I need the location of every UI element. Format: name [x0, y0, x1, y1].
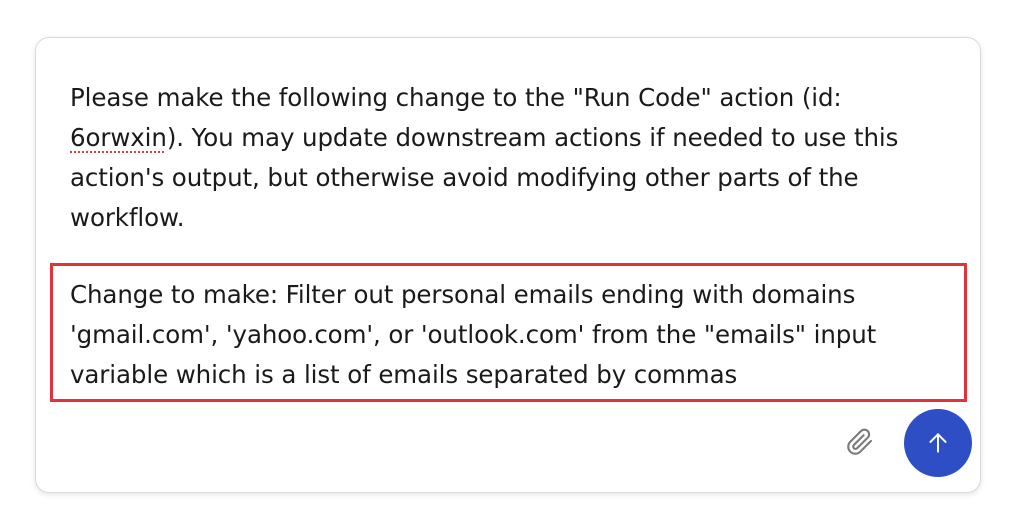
- message-composer[interactable]: Please make the following change to the …: [35, 37, 981, 493]
- message-text[interactable]: Please make the following change to the …: [70, 78, 940, 238]
- send-button[interactable]: [904, 409, 972, 477]
- change-request-text[interactable]: Change to make: Filter out personal emai…: [70, 275, 940, 395]
- attach-button[interactable]: [844, 426, 876, 458]
- action-id-text: 6orwxin: [70, 123, 167, 152]
- message-text-part-2: ). You may update downstream actions if …: [70, 123, 899, 232]
- paperclip-icon: [847, 428, 873, 455]
- arrow-up-icon: [929, 433, 947, 453]
- message-text-part-1: Please make the following change to the …: [70, 83, 842, 112]
